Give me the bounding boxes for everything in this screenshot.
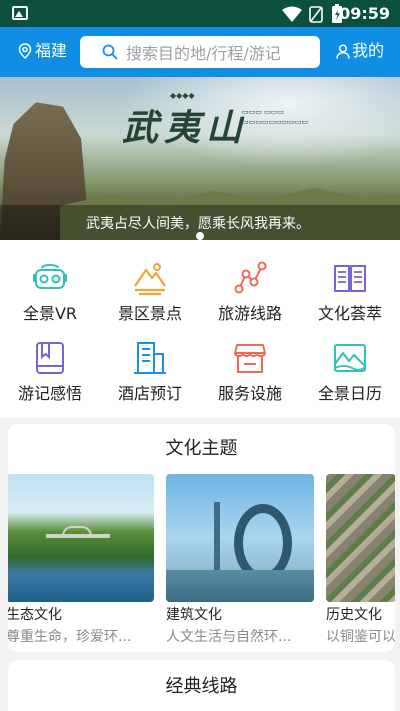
vr-goggles-icon [33,264,67,289]
architecture-photo [166,474,314,602]
wifi-icon [282,6,302,22]
carousel-indicator [0,225,400,240]
menu-item-services[interactable]: 服务设施 [200,320,300,404]
gallery-icon [12,6,28,20]
banner-logo: 武夷山 [122,107,249,149]
history-photo [326,474,395,602]
menu-item-calendar[interactable]: 全景日历 [300,320,400,404]
mine-label: 我的 [351,41,384,60]
menu-item-vr[interactable]: 全景VR [0,240,100,324]
app-header: 福建 搜索目的地/行程/游记 我的 [0,27,400,77]
culture-item-name: 生态文化 [8,607,62,623]
menu-label: 服务设施 [217,384,282,403]
section-title: 文化主题 [165,438,238,459]
landscape-calendar-icon [334,344,366,372]
status-bar: 09:59 [0,0,400,27]
user-icon [336,43,350,59]
menu-item-culture[interactable]: 文化荟萃 [300,240,400,324]
culture-item-name: 建筑文化 [166,607,222,623]
hotel-icon [134,342,166,374]
culture-item-ecology[interactable]: 生态文化 尊重生命，珍爱环... [8,474,154,646]
menu-label: 游记感悟 [17,384,82,403]
culture-item-desc: 尊重生命，珍爱环... [8,629,132,645]
section-title: 经典线路 [165,676,238,697]
banner-fineprint: ▭▭▭ ▭▭▭ ▭▭▭▭▭▭▭▭▭▭ [242,108,309,126]
menu-label: 酒店预订 [117,384,182,403]
culture-item-architecture[interactable]: 建筑文化 人文生活与自然环... [166,474,314,646]
route-icon [234,261,267,294]
location-pin-icon [18,43,32,59]
menu-item-hotel[interactable]: 酒店预订 [100,320,200,404]
culture-theme-card: 文化主题 生态文化 尊重生命，珍爱环... 建筑文化 人文生活与自然环... 历… [8,424,395,652]
clock: 09:59 [339,4,390,23]
location-selector[interactable]: 福建 [18,40,67,62]
location-label: 福建 [35,41,68,60]
carousel-dot-active[interactable] [196,232,204,240]
menu-label: 全景日历 [317,384,382,403]
journal-icon [36,342,64,374]
search-icon [102,44,118,60]
culture-item-history[interactable]: 历史文化 以铜鉴可以 [326,474,395,646]
menu-item-routes[interactable]: 旅游线路 [200,240,300,324]
classic-routes-card: 经典线路 [8,660,395,711]
book-icon [334,265,366,292]
menu-item-travel-notes[interactable]: 游记感悟 [0,320,100,404]
function-grid: 全景VR 景区景点 旅游线路 文化荟萃 游记感悟 酒店预订 服务设施 全景日历 [0,240,400,418]
culture-carousel[interactable]: 生态文化 尊重生命，珍爱环... 建筑文化 人文生活与自然环... 历史文化 以… [8,474,395,646]
mountain-icon [134,263,166,296]
menu-item-scenic-spots[interactable]: 景区景点 [100,240,200,324]
shop-icon [234,344,266,373]
search-input[interactable]: 搜索目的地/行程/游记 [80,36,320,68]
my-account-button[interactable]: 我的 [336,40,384,62]
banner-carousel[interactable]: ◆◆◆◆ 武夷山 ▭▭▭ ▭▭▭ ▭▭▭▭▭▭▭▭▭▭ 武夷占尽人间美，愿乘长风我… [0,77,400,240]
culture-item-name: 历史文化 [326,607,382,623]
culture-item-desc: 以铜鉴可以 [326,629,395,645]
ecology-photo [8,474,154,602]
search-placeholder: 搜索目的地/行程/游记 [126,44,281,63]
culture-item-desc: 人文生活与自然环... [166,629,292,645]
